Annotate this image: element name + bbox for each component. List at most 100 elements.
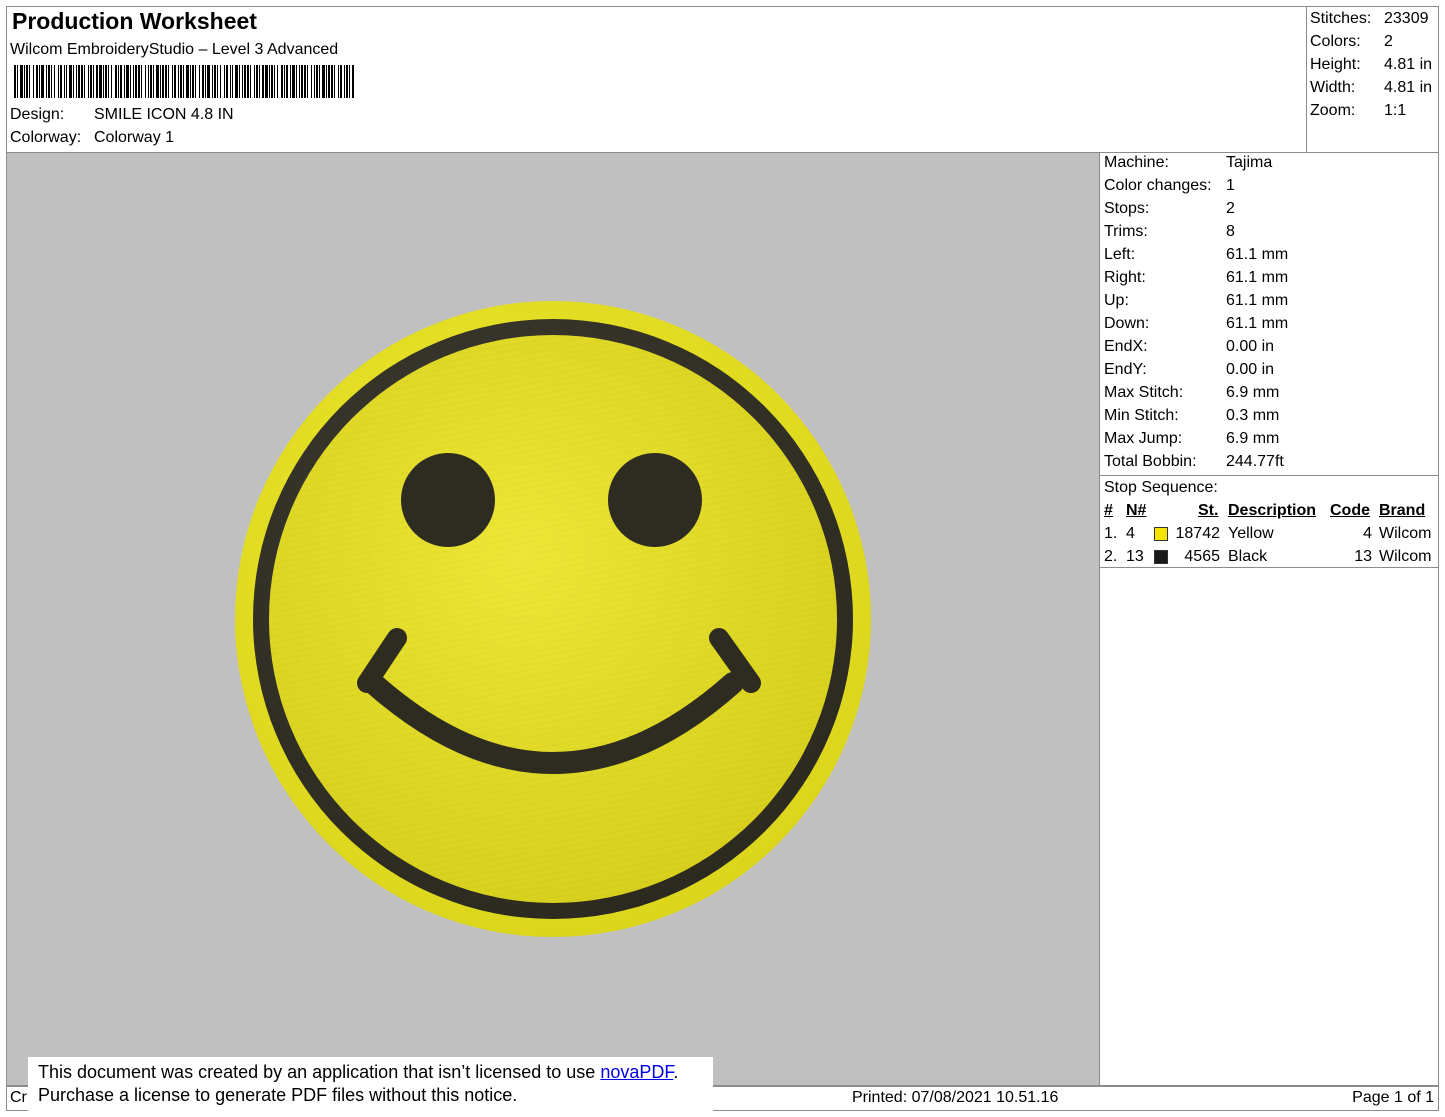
info-label: Trims: bbox=[1104, 223, 1148, 240]
info-row: EndY: 0.00 in bbox=[1104, 358, 1288, 381]
barcode-bar bbox=[150, 65, 152, 98]
info-value: 6.9 mm bbox=[1226, 384, 1280, 401]
barcode-bar bbox=[328, 65, 330, 98]
barcode-bar bbox=[311, 65, 312, 98]
brand-cell: Wilcom bbox=[1379, 548, 1432, 565]
barcode-bar bbox=[183, 65, 184, 98]
barcode-bar bbox=[346, 65, 348, 98]
barcode-bar bbox=[103, 65, 104, 98]
barcode-bar bbox=[36, 65, 38, 98]
info-row: Max Stitch: 6.9 mm bbox=[1104, 381, 1288, 404]
colorway-value: Colorway 1 bbox=[94, 129, 175, 146]
stop-sequence-title: Stop Sequence: bbox=[1104, 479, 1218, 496]
barcode-bar bbox=[64, 65, 65, 98]
table-row: 2. 13 4565 Black 13 Wilcom bbox=[1100, 545, 1438, 568]
barcode-bar bbox=[84, 65, 85, 98]
barcode-bar bbox=[26, 65, 28, 98]
description-cell: Black bbox=[1228, 548, 1268, 565]
barcode-bar bbox=[247, 65, 249, 98]
barcode-bar bbox=[338, 65, 339, 98]
info-label: Min Stitch: bbox=[1104, 407, 1179, 424]
barcode-bar bbox=[60, 65, 62, 98]
barcode-bar bbox=[180, 65, 182, 98]
barcode-bar bbox=[153, 65, 154, 98]
info-label: Right: bbox=[1104, 269, 1146, 286]
info-panel: Machine: Tajima Color changes: 1 Stops: 2 Trim… bbox=[1099, 152, 1439, 1086]
info-value: 61.1 mm bbox=[1226, 315, 1289, 332]
novapdf-link[interactable]: novaPDF bbox=[600, 1062, 673, 1082]
col-stitches: St. bbox=[1198, 502, 1219, 519]
info-label: EndX: bbox=[1104, 338, 1148, 355]
barcode-bar bbox=[93, 65, 94, 98]
barcode-bar bbox=[352, 65, 354, 98]
design-preview bbox=[6, 152, 1100, 1086]
barcode-bar bbox=[322, 65, 325, 98]
barcode-bar bbox=[118, 65, 119, 98]
info-row: Color changes: 1 bbox=[1104, 174, 1288, 197]
info-label: Machine: bbox=[1104, 154, 1169, 171]
info-label: Color changes: bbox=[1104, 177, 1212, 194]
description-cell: Yellow bbox=[1228, 525, 1274, 542]
barcode-bar bbox=[99, 65, 102, 98]
barcode-bar bbox=[271, 65, 273, 98]
barcode-bar bbox=[235, 65, 238, 98]
barcode-bar bbox=[138, 65, 140, 98]
barcode-bar bbox=[24, 65, 25, 98]
barcode-bar bbox=[126, 65, 129, 98]
barcode-bar bbox=[33, 65, 34, 98]
info-row: Total Bobbin: 244.77ft bbox=[1104, 450, 1288, 473]
barcode-bar bbox=[160, 65, 161, 98]
info-row: Right: 61.1 mm bbox=[1104, 266, 1288, 289]
barcode-bar bbox=[48, 65, 50, 98]
barcode-bar bbox=[66, 65, 67, 98]
barcode-bar bbox=[254, 65, 255, 98]
barcode-bar bbox=[212, 65, 213, 98]
barcode-bar bbox=[239, 65, 240, 98]
info-label: Up: bbox=[1104, 292, 1129, 309]
barcode-bar bbox=[88, 65, 89, 98]
barcode-bar bbox=[58, 65, 59, 98]
col-index: # bbox=[1104, 502, 1113, 519]
barcode-bar bbox=[69, 65, 72, 98]
info-row: Down: 61.1 mm bbox=[1104, 312, 1288, 335]
barcode-bar bbox=[307, 65, 308, 98]
barcode-bar bbox=[78, 65, 80, 98]
col-description: Description bbox=[1228, 502, 1317, 519]
info-label: Total Bobbin: bbox=[1104, 453, 1197, 470]
barcode-bar bbox=[284, 65, 285, 98]
barcode-bar bbox=[340, 65, 342, 98]
barcode-bar bbox=[256, 65, 258, 98]
barcode-bar bbox=[148, 65, 149, 98]
info-row: Machine: Tajima bbox=[1104, 151, 1288, 174]
footer-left-text: Cr bbox=[10, 1089, 27, 1106]
info-value: 61.1 mm bbox=[1226, 269, 1289, 286]
barcode-bar bbox=[299, 65, 300, 98]
stat-height: Height: 4.81 in bbox=[1310, 56, 1433, 73]
barcode-bar bbox=[90, 65, 92, 98]
info-label: Stops: bbox=[1104, 200, 1150, 217]
col-code: Code bbox=[1330, 502, 1370, 519]
barcode-bar bbox=[296, 65, 297, 98]
barcode-bar bbox=[319, 65, 320, 98]
code-cell: 13 bbox=[1354, 548, 1372, 565]
barcode-bar bbox=[286, 65, 288, 98]
info-value: 0.3 mm bbox=[1226, 407, 1280, 424]
software-name: Wilcom EmbroideryStudio – Level 3 Advanc… bbox=[10, 41, 339, 58]
header-divider bbox=[1306, 6, 1307, 153]
info-label: Down: bbox=[1104, 315, 1150, 332]
barcode-bar bbox=[207, 65, 210, 98]
barcode-bar bbox=[292, 65, 295, 98]
barcode-bar bbox=[262, 65, 264, 98]
barcode-bar bbox=[265, 65, 268, 98]
info-row: Max Jump: 6.9 mm bbox=[1104, 427, 1288, 450]
barcode-bar bbox=[96, 65, 98, 98]
info-value: 2 bbox=[1226, 200, 1235, 217]
info-row: Trims: 8 bbox=[1104, 220, 1288, 243]
info-value: 0.00 in bbox=[1226, 361, 1275, 378]
barcode-bar bbox=[41, 65, 44, 98]
barcode-bar bbox=[301, 65, 303, 98]
colorway-label: Colorway: bbox=[10, 129, 82, 146]
index-cell: 2. bbox=[1104, 548, 1118, 565]
barcode-bar bbox=[51, 65, 52, 98]
barcode-bar bbox=[259, 65, 260, 98]
